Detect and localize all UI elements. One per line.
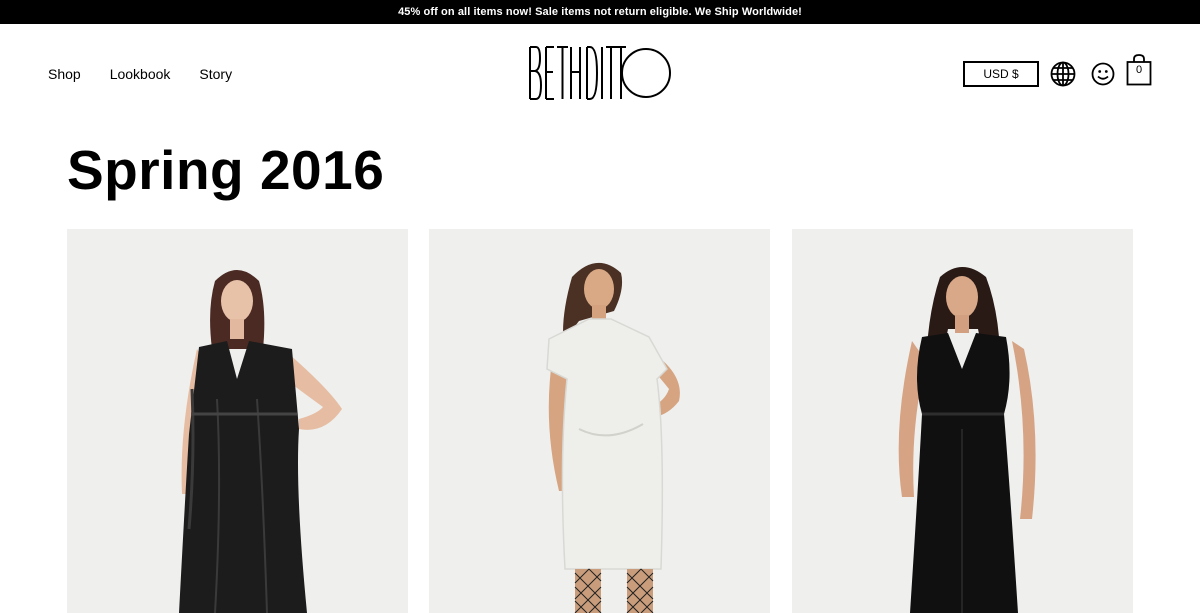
- announcement-text: 45% off on all items now! Sale items not…: [398, 6, 802, 18]
- brand-logo-mark: [529, 46, 671, 100]
- nav-item-lookbook[interactable]: Lookbook: [110, 66, 171, 82]
- currency-selector[interactable]: USD $: [963, 61, 1039, 87]
- nav-item-shop[interactable]: Shop: [48, 66, 81, 82]
- page-title: Spring 2016: [67, 139, 385, 201]
- product-image: [898, 267, 1036, 613]
- globe-icon[interactable]: [1050, 61, 1076, 87]
- product-card[interactable]: [67, 229, 408, 613]
- brand-logo[interactable]: [528, 44, 672, 102]
- currency-label: USD $: [983, 67, 1019, 81]
- announcement-bar: 45% off on all items now! Sale items not…: [0, 0, 1200, 24]
- cart-button[interactable]: 0: [1126, 54, 1152, 86]
- main-nav: Shop Lookbook Story: [48, 66, 261, 82]
- product-image: [179, 270, 342, 613]
- smiley-icon[interactable]: [1091, 62, 1115, 86]
- nav-item-story[interactable]: Story: [199, 66, 232, 82]
- product-card[interactable]: [429, 229, 770, 613]
- product-card[interactable]: [792, 229, 1133, 613]
- product-image: [546, 262, 680, 613]
- cart-count: 0: [1135, 64, 1143, 76]
